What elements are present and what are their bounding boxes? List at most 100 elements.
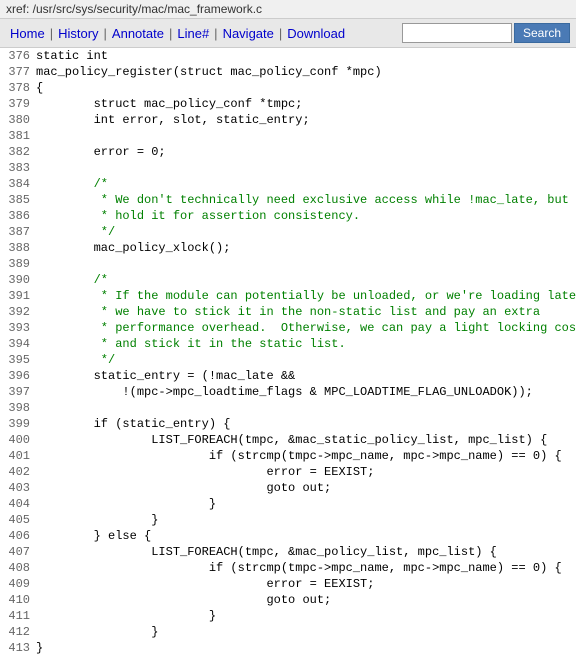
nav-history[interactable]: History bbox=[54, 24, 102, 43]
line-number: 387 bbox=[0, 224, 36, 240]
line-content: if (strcmp(tmpc->mpc_name, mpc->mpc_name… bbox=[36, 448, 562, 464]
line-content: } bbox=[36, 512, 158, 528]
line-number: 389 bbox=[0, 256, 36, 272]
line-content: */ bbox=[36, 224, 115, 240]
table-row: 383 bbox=[0, 160, 576, 176]
line-number: 397 bbox=[0, 384, 36, 400]
line-content: * We don't technically need exclusive ac… bbox=[36, 192, 569, 208]
line-content: } else { bbox=[36, 528, 151, 544]
line-content: error = 0; bbox=[36, 144, 166, 160]
line-number: 395 bbox=[0, 352, 36, 368]
table-row: 400 LIST_FOREACH(tmpc, &mac_static_polic… bbox=[0, 432, 576, 448]
table-row: 387 */ bbox=[0, 224, 576, 240]
line-content: { bbox=[36, 80, 43, 96]
line-number: 407 bbox=[0, 544, 36, 560]
table-row: 382 error = 0; bbox=[0, 144, 576, 160]
search-input[interactable] bbox=[402, 23, 512, 43]
line-content: goto out; bbox=[36, 592, 331, 608]
line-number: 411 bbox=[0, 608, 36, 624]
line-number: 376 bbox=[0, 48, 36, 64]
line-content: static_entry = (!mac_late && bbox=[36, 368, 295, 384]
line-content: if (strcmp(tmpc->mpc_name, mpc->mpc_name… bbox=[36, 560, 562, 576]
nav-download[interactable]: Download bbox=[283, 24, 349, 43]
line-number: 379 bbox=[0, 96, 36, 112]
table-row: 404 } bbox=[0, 496, 576, 512]
search-box: Search bbox=[402, 23, 570, 43]
line-number: 381 bbox=[0, 128, 36, 144]
line-number: 404 bbox=[0, 496, 36, 512]
title-text: xref: /usr/src/sys/security/mac/mac_fram… bbox=[6, 2, 262, 16]
line-number: 378 bbox=[0, 80, 36, 96]
line-content: /* bbox=[36, 272, 108, 288]
line-number: 410 bbox=[0, 592, 36, 608]
line-content: * we have to stick it in the non-static … bbox=[36, 304, 540, 320]
table-row: 409 error = EEXIST; bbox=[0, 576, 576, 592]
line-number: 401 bbox=[0, 448, 36, 464]
line-number: 398 bbox=[0, 400, 36, 416]
nav-bar: Home | History | Annotate | Line# | Navi… bbox=[0, 19, 576, 48]
table-row: 398 bbox=[0, 400, 576, 416]
table-row: 379 struct mac_policy_conf *tmpc; bbox=[0, 96, 576, 112]
line-content: if (static_entry) { bbox=[36, 416, 230, 432]
line-number: 413 bbox=[0, 640, 36, 656]
line-number: 385 bbox=[0, 192, 36, 208]
table-row: 402 error = EEXIST; bbox=[0, 464, 576, 480]
table-row: 410 goto out; bbox=[0, 592, 576, 608]
line-number: 393 bbox=[0, 320, 36, 336]
table-row: 381 bbox=[0, 128, 576, 144]
line-number: 412 bbox=[0, 624, 36, 640]
line-number: 390 bbox=[0, 272, 36, 288]
line-number: 394 bbox=[0, 336, 36, 352]
table-row: 390 /* bbox=[0, 272, 576, 288]
line-content: mac_policy_xlock(); bbox=[36, 240, 230, 256]
line-content: * performance overhead. Otherwise, we ca… bbox=[36, 320, 576, 336]
line-content: } bbox=[36, 608, 216, 624]
table-row: 391 * If the module can potentially be u… bbox=[0, 288, 576, 304]
line-number: 399 bbox=[0, 416, 36, 432]
line-content: * hold it for assertion consistency. bbox=[36, 208, 360, 224]
line-number: 396 bbox=[0, 368, 36, 384]
line-number: 406 bbox=[0, 528, 36, 544]
line-content: } bbox=[36, 496, 216, 512]
line-content: LIST_FOREACH(tmpc, &mac_static_policy_li… bbox=[36, 432, 547, 448]
search-button[interactable]: Search bbox=[514, 23, 570, 43]
line-number: 386 bbox=[0, 208, 36, 224]
line-number: 391 bbox=[0, 288, 36, 304]
line-content: error = EEXIST; bbox=[36, 464, 374, 480]
line-content: int error, slot, static_entry; bbox=[36, 112, 310, 128]
table-row: 378{ bbox=[0, 80, 576, 96]
table-row: 384 /* bbox=[0, 176, 576, 192]
line-content: } bbox=[36, 624, 158, 640]
line-number: 383 bbox=[0, 160, 36, 176]
title-bar: xref: /usr/src/sys/security/mac/mac_fram… bbox=[0, 0, 576, 19]
line-number: 408 bbox=[0, 560, 36, 576]
line-number: 400 bbox=[0, 432, 36, 448]
nav-navigate[interactable]: Navigate bbox=[219, 24, 278, 43]
table-row: 408 if (strcmp(tmpc->mpc_name, mpc->mpc_… bbox=[0, 560, 576, 576]
table-row: 399 if (static_entry) { bbox=[0, 416, 576, 432]
table-row: 377mac_policy_register(struct mac_policy… bbox=[0, 64, 576, 80]
table-row: 393 * performance overhead. Otherwise, w… bbox=[0, 320, 576, 336]
line-content: mac_policy_register(struct mac_policy_co… bbox=[36, 64, 382, 80]
nav-home[interactable]: Home bbox=[6, 24, 49, 43]
nav-lineno[interactable]: Line# bbox=[173, 24, 213, 43]
line-number: 380 bbox=[0, 112, 36, 128]
table-row: 411 } bbox=[0, 608, 576, 624]
code-area: 376static int377mac_policy_register(stru… bbox=[0, 48, 576, 656]
table-row: 376static int bbox=[0, 48, 576, 64]
line-content: goto out; bbox=[36, 480, 331, 496]
line-content: /* bbox=[36, 176, 108, 192]
line-number: 382 bbox=[0, 144, 36, 160]
line-content: error = EEXIST; bbox=[36, 576, 374, 592]
line-content: struct mac_policy_conf *tmpc; bbox=[36, 96, 302, 112]
table-row: 412 } bbox=[0, 624, 576, 640]
line-content: * If the module can potentially be unloa… bbox=[36, 288, 576, 304]
nav-annotate[interactable]: Annotate bbox=[108, 24, 168, 43]
table-row: 380 int error, slot, static_entry; bbox=[0, 112, 576, 128]
line-number: 384 bbox=[0, 176, 36, 192]
table-row: 405 } bbox=[0, 512, 576, 528]
table-row: 392 * we have to stick it in the non-sta… bbox=[0, 304, 576, 320]
line-content: * and stick it in the static list. bbox=[36, 336, 346, 352]
line-number: 377 bbox=[0, 64, 36, 80]
line-number: 405 bbox=[0, 512, 36, 528]
